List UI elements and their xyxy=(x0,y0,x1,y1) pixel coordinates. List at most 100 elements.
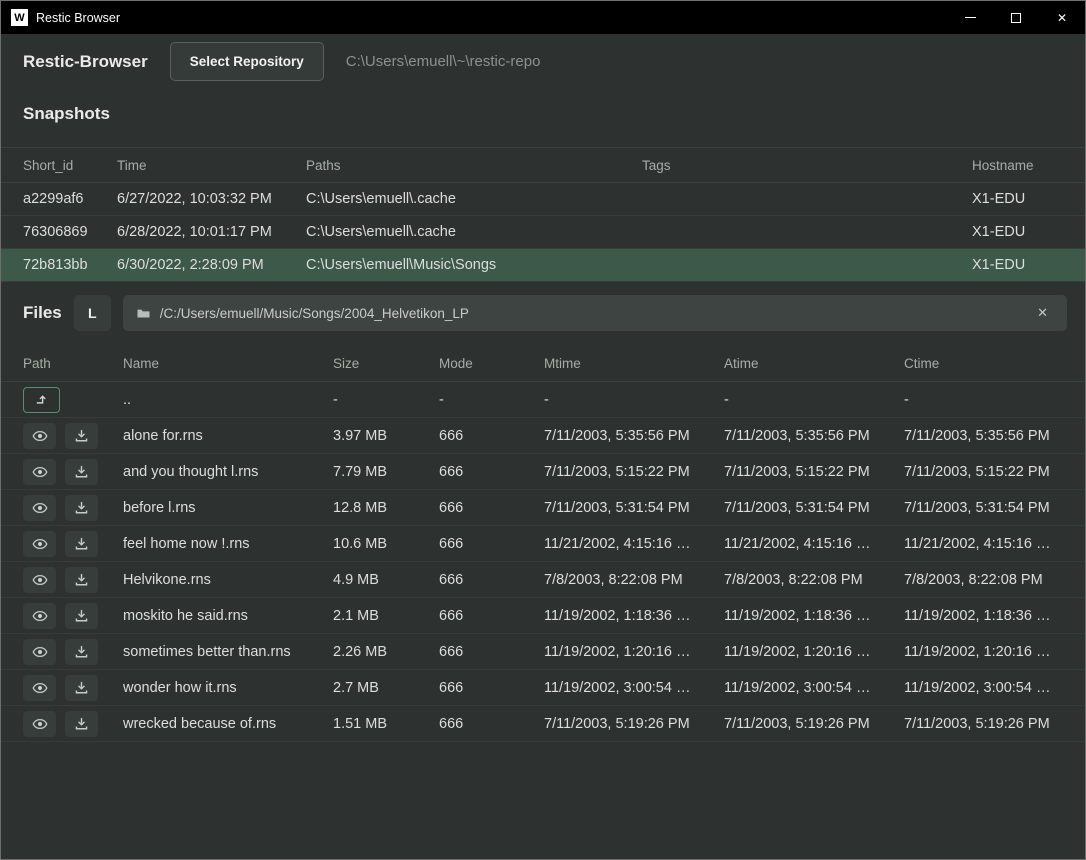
file-mtime: 11/19/2002, 3:00:54 … xyxy=(544,680,724,696)
close-button[interactable]: ✕ xyxy=(1039,1,1085,34)
snapshot-row-selected[interactable]: 72b813bb 6/30/2022, 2:28:09 PM C:\Users\… xyxy=(1,249,1085,282)
download-icon xyxy=(74,536,89,551)
eye-icon xyxy=(32,680,48,696)
minimize-icon xyxy=(965,17,976,18)
preview-button[interactable] xyxy=(23,459,56,485)
app-icon: W xyxy=(11,9,28,26)
file-mode: 666 xyxy=(439,500,544,516)
file-mode: 666 xyxy=(439,536,544,552)
file-row: before l.rns 12.8 MB 666 7/11/2003, 5:31… xyxy=(1,490,1085,526)
download-button[interactable] xyxy=(65,423,98,449)
preview-button[interactable] xyxy=(23,675,56,701)
file-actions xyxy=(23,639,123,665)
file-mode: 666 xyxy=(439,428,544,444)
path-input[interactable]: /C:/Users/emuell/Music/Songs/2004_Helvet… xyxy=(123,295,1067,331)
download-icon xyxy=(74,500,89,515)
file-actions xyxy=(23,387,123,413)
clear-path-button[interactable]: ✕ xyxy=(1031,304,1054,322)
files-table-header: Path Name Size Mode Mtime Atime Ctime xyxy=(1,345,1085,382)
download-icon xyxy=(74,608,89,623)
file-actions xyxy=(23,603,123,629)
app-title: Restic-Browser xyxy=(23,52,148,72)
select-repository-button[interactable]: Select Repository xyxy=(170,42,324,81)
file-mtime: 7/11/2003, 5:15:22 PM xyxy=(544,464,724,480)
file-name: wrecked because of.rns xyxy=(123,716,333,732)
file-mtime: 7/8/2003, 8:22:08 PM xyxy=(544,572,724,588)
col-size: Size xyxy=(333,356,439,371)
file-atime: 7/11/2003, 5:31:54 PM xyxy=(724,500,904,516)
download-icon xyxy=(74,572,89,587)
eye-icon xyxy=(32,464,48,480)
preview-button[interactable] xyxy=(23,603,56,629)
download-button[interactable] xyxy=(65,567,98,593)
download-button[interactable] xyxy=(65,711,98,737)
col-ctime: Ctime xyxy=(904,356,1063,371)
download-button[interactable] xyxy=(65,675,98,701)
download-icon xyxy=(74,464,89,479)
window-title: Restic Browser xyxy=(36,11,120,25)
snapshot-row[interactable]: 76306869 6/28/2022, 10:01:17 PM C:\Users… xyxy=(1,216,1085,249)
maximize-button[interactable] xyxy=(993,1,1039,34)
preview-button[interactable] xyxy=(23,531,56,557)
preview-button[interactable] xyxy=(23,639,56,665)
arrow-up-icon xyxy=(34,392,49,407)
snapshot-row[interactable]: a2299af6 6/27/2022, 10:03:32 PM C:\Users… xyxy=(1,183,1085,216)
file-mode: 666 xyxy=(439,644,544,660)
file-actions xyxy=(23,459,123,485)
file-size: 12.8 MB xyxy=(333,500,439,516)
file-size: 4.9 MB xyxy=(333,572,439,588)
file-atime: - xyxy=(724,392,904,408)
download-button[interactable] xyxy=(65,603,98,629)
files-bar: Files L /C:/Users/emuell/Music/Songs/200… xyxy=(1,295,1085,331)
file-atime: 11/19/2002, 1:20:16 … xyxy=(724,644,904,660)
file-size: 7.79 MB xyxy=(333,464,439,480)
file-atime: 11/19/2002, 3:00:54 … xyxy=(724,680,904,696)
file-size: 2.7 MB xyxy=(333,680,439,696)
preview-button[interactable] xyxy=(23,495,56,521)
file-mtime: 7/11/2003, 5:19:26 PM xyxy=(544,716,724,732)
col-name: Name xyxy=(123,356,333,371)
file-ctime: 11/21/2002, 4:15:16 … xyxy=(904,536,1063,552)
file-name: alone for.rns xyxy=(123,428,333,444)
file-actions xyxy=(23,675,123,701)
file-actions xyxy=(23,711,123,737)
file-row: wonder how it.rns 2.7 MB 666 11/19/2002,… xyxy=(1,670,1085,706)
file-mode: 666 xyxy=(439,680,544,696)
download-button[interactable] xyxy=(65,531,98,557)
file-name[interactable]: .. xyxy=(123,392,333,408)
files-section-title: Files xyxy=(23,303,62,323)
file-name: feel home now !.rns xyxy=(123,536,333,552)
download-icon xyxy=(74,680,89,695)
minimize-button[interactable] xyxy=(947,1,993,34)
drive-button[interactable]: L xyxy=(74,295,111,331)
download-button[interactable] xyxy=(65,639,98,665)
file-mode: 666 xyxy=(439,572,544,588)
file-row: feel home now !.rns 10.6 MB 666 11/21/20… xyxy=(1,526,1085,562)
file-atime: 7/8/2003, 8:22:08 PM xyxy=(724,572,904,588)
eye-icon xyxy=(32,536,48,552)
snapshot-short-id: a2299af6 xyxy=(23,191,117,207)
file-mode: 666 xyxy=(439,464,544,480)
file-actions xyxy=(23,495,123,521)
file-size: 2.1 MB xyxy=(333,608,439,624)
parent-dir-button[interactable] xyxy=(23,387,60,413)
restic-browser-window: W Restic Browser ✕ Restic-Browser Select… xyxy=(0,0,1086,860)
snapshot-paths: C:\Users\emuell\.cache xyxy=(306,224,642,240)
file-size: 2.26 MB xyxy=(333,644,439,660)
file-mtime: 7/11/2003, 5:35:56 PM xyxy=(544,428,724,444)
download-button[interactable] xyxy=(65,459,98,485)
file-ctime: - xyxy=(904,392,1063,408)
file-ctime: 11/19/2002, 3:00:54 … xyxy=(904,680,1063,696)
col-mode: Mode xyxy=(439,356,544,371)
file-ctime: 7/11/2003, 5:31:54 PM xyxy=(904,500,1063,516)
preview-button[interactable] xyxy=(23,567,56,593)
file-row: Helvikone.rns 4.9 MB 666 7/8/2003, 8:22:… xyxy=(1,562,1085,598)
download-button[interactable] xyxy=(65,495,98,521)
preview-button[interactable] xyxy=(23,711,56,737)
close-icon: ✕ xyxy=(1057,11,1067,25)
eye-icon xyxy=(32,428,48,444)
file-mode: - xyxy=(439,392,544,408)
col-paths: Paths xyxy=(306,158,642,173)
file-size: 1.51 MB xyxy=(333,716,439,732)
preview-button[interactable] xyxy=(23,423,56,449)
